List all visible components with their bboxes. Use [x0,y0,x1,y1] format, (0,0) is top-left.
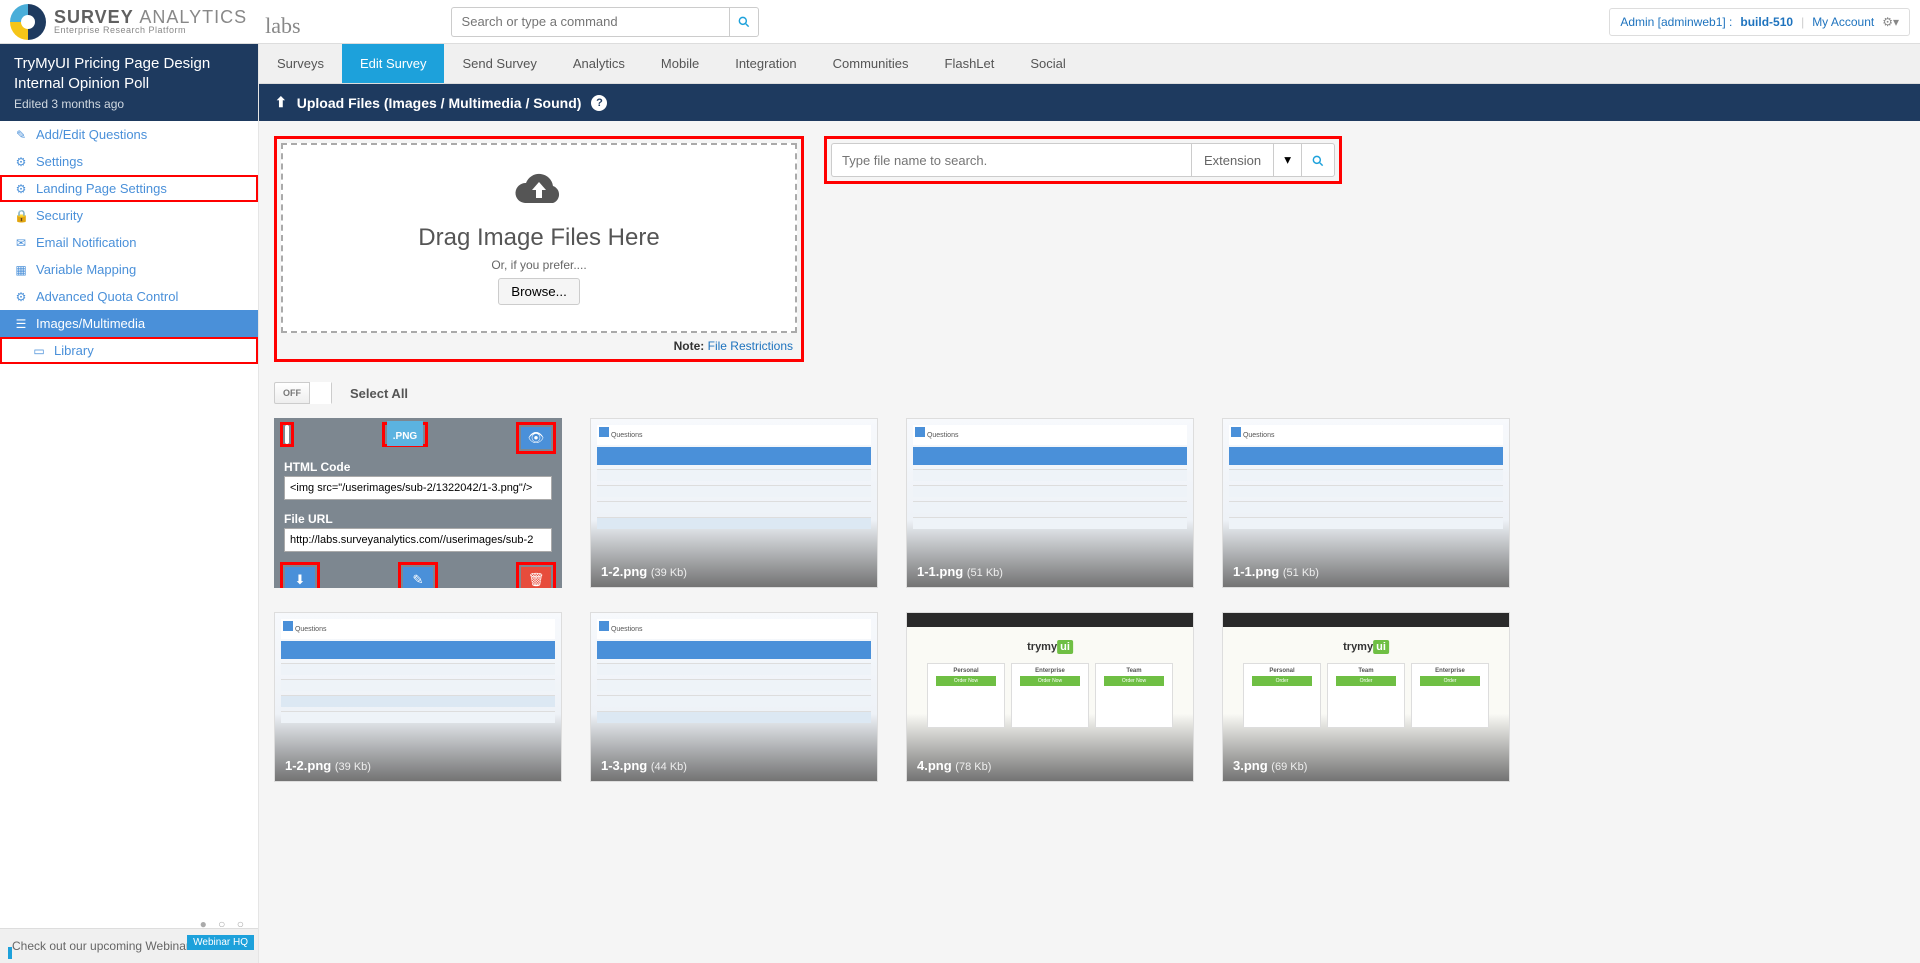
help-icon[interactable]: ? [591,95,607,111]
grid-controls: OFF Select All [274,382,1905,404]
preview-icon[interactable]: 👁 [521,427,551,449]
side-nav: ✎Add/Edit Questions ⚙Settings ⚙Landing P… [0,121,258,364]
html-code-input[interactable] [284,476,552,500]
app-header: SURVEY ANALYTICS Enterprise Research Pla… [0,0,1920,44]
labs-badge: labs [265,13,300,39]
my-account-link[interactable]: My Account [1812,15,1874,29]
cloud-icon [515,172,563,208]
browse-button[interactable]: Browse... [498,278,580,305]
nav-variable[interactable]: ▦Variable Mapping [0,256,258,283]
survey-title: TryMyUI Pricing Page Design Internal Opi… [14,54,244,93]
file-dropzone[interactable]: Drag Image Files Here Or, if you prefer.… [281,143,797,333]
nav-add-edit[interactable]: ✎Add/Edit Questions [0,121,258,148]
select-checkbox[interactable] [285,425,289,444]
tab-edit-survey[interactable]: Edit Survey [342,44,444,83]
file-search-button[interactable] [1301,143,1335,177]
file-item[interactable]: trymyui PersonalOrder TeamOrder Enterpri… [1222,612,1510,782]
file-search-highlight: Extension ▾ [824,136,1342,184]
nav-library[interactable]: ▭Library [0,337,258,364]
search-icon [737,15,751,29]
main-content: Surveys Edit Survey Send Survey Analytic… [259,44,1920,963]
nav-images-multimedia[interactable]: ☰Images/Multimedia [0,310,258,337]
global-search [451,7,759,37]
file-item[interactable]: Questions 1-2.png (39 Kb) [274,612,562,782]
build-link[interactable]: build-510 [1740,15,1793,29]
file-url-input[interactable] [284,528,552,552]
tab-integration[interactable]: Integration [717,44,814,83]
filetype-badge: .PNG [387,421,423,446]
search-input[interactable] [451,7,729,37]
select-toggle[interactable]: OFF [274,382,332,404]
tab-social[interactable]: Social [1012,44,1083,83]
nav-email[interactable]: ✉Email Notification [0,229,258,256]
search-icon [1311,154,1325,168]
sidebar-header: TryMyUI Pricing Page Design Internal Opi… [0,44,258,121]
file-grid: .PNG 👁 HTML Code File URL ⬇ ✎ 🗑 Question… [274,418,1905,782]
extension-dropdown-toggle[interactable]: ▾ [1273,143,1301,177]
edit-icon[interactable]: ✎ [403,567,433,588]
download-icon[interactable]: ⬇ [285,567,315,588]
nav-security[interactable]: 🔒Security [0,202,258,229]
file-restrictions-link[interactable]: File Restrictions [708,339,793,353]
nav-landing-page[interactable]: ⚙Landing Page Settings [0,175,258,202]
html-code-label: HTML Code [274,454,562,476]
brand-logo: SURVEY ANALYTICS Enterprise Research Pla… [10,4,301,40]
account-bar: Admin [adminweb1] : build-510 | My Accou… [1609,8,1910,36]
gears-icon: ⚙ [14,290,28,304]
progress-bar [8,947,12,959]
file-search: Extension ▾ [831,143,1335,177]
logo-mark-icon [10,4,46,40]
gear-icon[interactable]: ⚙▾ [1882,15,1899,29]
file-item[interactable]: Questions 1-3.png (44 Kb) [590,612,878,782]
dropzone-title: Drag Image Files Here [418,224,659,252]
sidebar: TryMyUI Pricing Page Design Internal Opi… [0,44,259,963]
file-item-expanded[interactable]: .PNG 👁 HTML Code File URL ⬇ ✎ 🗑 [274,418,562,588]
file-url-label: File URL [274,506,562,528]
nav-quota[interactable]: ⚙Advanced Quota Control [0,283,258,310]
dropzone-subtitle: Or, if you prefer.... [491,258,586,272]
edited-meta: Edited 3 months ago [14,97,244,111]
note-label: Note: [674,339,705,353]
promo-bar[interactable]: ● ○ ○ Check out our upcoming Webinar! We… [0,928,258,963]
select-all-label[interactable]: Select All [350,386,408,401]
top-nav: Surveys Edit Survey Send Survey Analytic… [259,44,1920,84]
envelope-icon: ✉ [14,236,28,250]
file-item[interactable]: trymyui PersonalOrder Now EnterpriseOrde… [906,612,1194,782]
file-search-input[interactable] [831,143,1191,177]
file-item[interactable]: Questions 1-1.png (51 Kb) [906,418,1194,588]
book-icon: ▭ [32,344,46,358]
lock-icon: 🔒 [14,209,28,223]
file-item[interactable]: Questions 1-2.png (39 Kb) [590,418,878,588]
tab-communities[interactable]: Communities [815,44,927,83]
tab-mobile[interactable]: Mobile [643,44,717,83]
tab-send-survey[interactable]: Send Survey [444,44,554,83]
dropzone-highlight: Drag Image Files Here Or, if you prefer.… [274,136,804,362]
cloud-upload-icon [515,172,563,218]
search-button[interactable] [729,7,759,37]
tab-surveys[interactable]: Surveys [259,44,342,83]
grid-icon: ▦ [14,263,28,277]
delete-icon[interactable]: 🗑 [521,567,551,588]
tab-analytics[interactable]: Analytics [555,44,643,83]
page-banner: ⬆ Upload Files (Images / Multimedia / So… [259,84,1920,121]
webinar-tag[interactable]: Webinar HQ [187,935,254,950]
file-item[interactable]: Questions 1-1.png (51 Kb) [1222,418,1510,588]
carousel-dots-icon[interactable]: ● ○ ○ [200,917,248,931]
list-icon: ☰ [14,317,28,331]
nav-settings[interactable]: ⚙Settings [0,148,258,175]
upload-icon: ⬆ [275,94,287,111]
gear-icon: ⚙ [14,155,28,169]
extension-filter[interactable]: Extension [1191,143,1273,177]
sliders-icon: ⚙ [14,182,28,196]
tab-flashlet[interactable]: FlashLet [927,44,1013,83]
admin-label: Admin [adminweb1] : [1620,15,1732,29]
edit-icon: ✎ [14,128,28,142]
